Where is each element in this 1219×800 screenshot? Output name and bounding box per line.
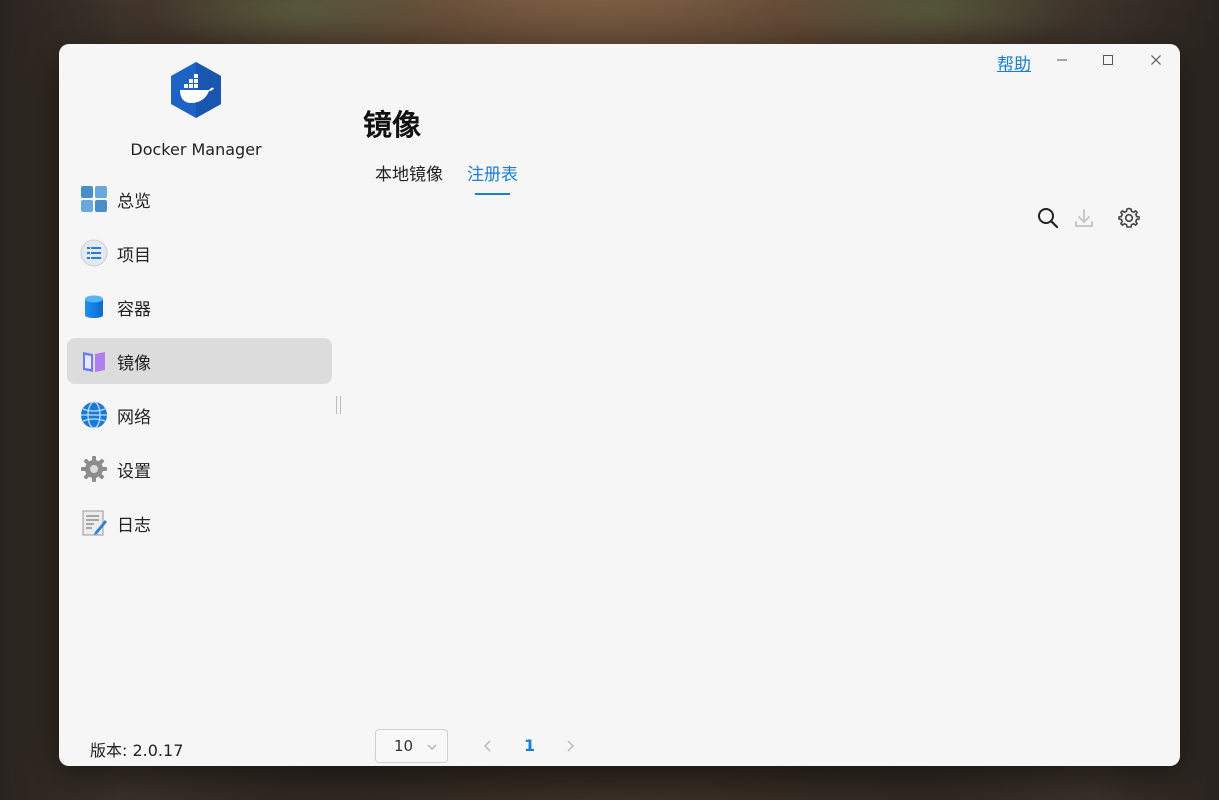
sidebar-item-overview[interactable]: 总览	[67, 176, 332, 222]
page-size-select[interactable]: 10	[375, 729, 448, 763]
sidebar-item-label: 项目	[117, 245, 151, 266]
search-icon[interactable]	[1036, 206, 1060, 230]
help-link[interactable]: 帮助	[997, 50, 1031, 75]
app-window: Docker Manager 总览 项目 容器 镜像 网络 设置 日志 版本: …	[59, 44, 1180, 766]
sidebar-item-network[interactable]: 网络	[67, 392, 332, 438]
minimize-icon	[1057, 59, 1067, 61]
log-icon	[82, 510, 107, 536]
projects-icon	[80, 239, 108, 267]
download-icon[interactable]	[1072, 206, 1096, 230]
sidebar-item-containers[interactable]: 容器	[67, 284, 332, 330]
sidebar-item-label: 总览	[117, 191, 151, 212]
sidebar-item-label: 容器	[117, 299, 151, 320]
overview-icon	[81, 186, 107, 212]
close-icon	[1151, 55, 1161, 65]
maximize-button[interactable]	[1093, 48, 1123, 72]
sidebar-item-logs[interactable]: 日志	[67, 500, 332, 546]
sidebar-item-label: 设置	[117, 461, 151, 482]
minimize-button[interactable]	[1047, 48, 1077, 72]
page-title: 镜像	[363, 108, 422, 142]
sidebar-item-images[interactable]: 镜像	[67, 338, 332, 384]
settings-icon	[81, 456, 107, 482]
next-page-icon[interactable]	[563, 738, 577, 754]
prev-page-icon[interactable]	[481, 738, 495, 754]
sidebar-resize-handle[interactable]	[336, 396, 341, 414]
version-label: 版本: 2.0.17	[90, 741, 184, 760]
sidebar-item-projects[interactable]: 项目	[67, 230, 332, 276]
close-button[interactable]	[1141, 48, 1171, 72]
sidebar-item-label: 日志	[117, 515, 151, 536]
network-icon	[81, 401, 107, 429]
container-icon	[85, 295, 103, 318]
docker-logo-icon	[171, 62, 221, 118]
chevron-down-icon	[427, 744, 437, 750]
sidebar-nav: 总览 项目 容器 镜像 网络 设置 日志	[67, 176, 332, 554]
gear-icon[interactable]	[1117, 206, 1141, 230]
tab-bar: 本地镜像 注册表	[375, 160, 542, 195]
sidebar: Docker Manager 总览 项目 容器 镜像 网络 设置 日志 版本: …	[59, 44, 341, 766]
page-size-value: 10	[394, 737, 414, 755]
image-icon	[83, 352, 105, 372]
current-page-number[interactable]: 1	[524, 736, 535, 755]
sidebar-item-label: 镜像	[117, 353, 151, 374]
tab-registry[interactable]: 注册表	[467, 160, 518, 195]
app-name: Docker Manager	[130, 140, 262, 159]
sidebar-item-label: 网络	[117, 407, 151, 428]
maximize-icon	[1103, 55, 1113, 65]
sidebar-item-settings[interactable]: 设置	[67, 446, 332, 492]
tab-local-images[interactable]: 本地镜像	[375, 160, 443, 193]
